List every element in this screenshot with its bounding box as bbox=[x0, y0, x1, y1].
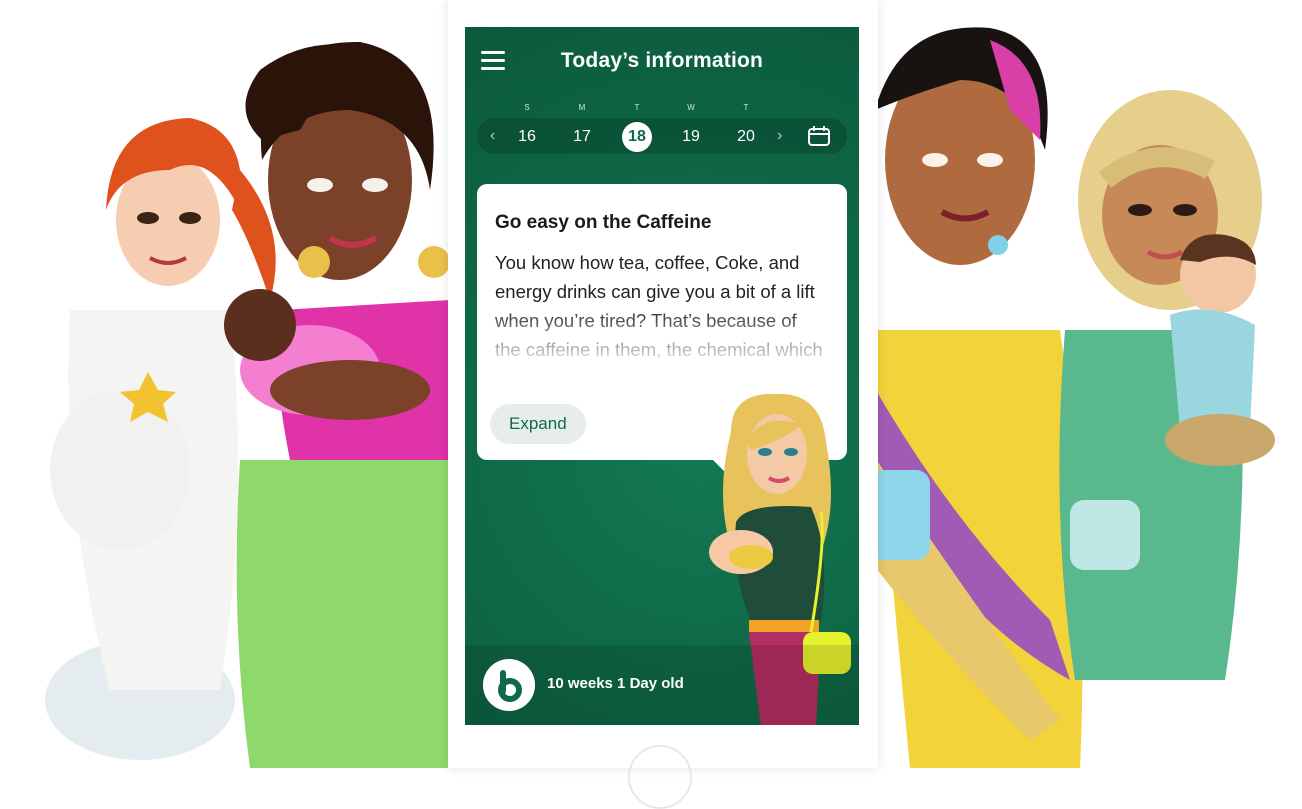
top-bar: Today’s information bbox=[465, 27, 859, 91]
chevron-left-icon[interactable]: ‹ bbox=[490, 127, 495, 145]
weekday-letter: M bbox=[578, 103, 586, 112]
day-20[interactable]: 20 bbox=[731, 122, 761, 152]
weekday-letter: T bbox=[634, 103, 640, 112]
card-title: Go easy on the Caffeine bbox=[495, 212, 712, 233]
weekday-letter: S bbox=[524, 103, 530, 112]
baby-app-logo-icon[interactable] bbox=[483, 659, 535, 711]
weekday-letter: W bbox=[687, 103, 695, 112]
illustration-right-mothers bbox=[870, 27, 1275, 768]
expand-button[interactable]: Expand bbox=[490, 404, 586, 444]
page-title: Today’s information bbox=[560, 49, 764, 72]
app-footer: 10 weeks 1 Day old bbox=[465, 645, 859, 725]
calendar-icon[interactable] bbox=[808, 126, 830, 146]
card-body: You know how tea, coffee, Coke, and ener… bbox=[495, 252, 823, 360]
baby-age-text: 10 weeks 1 Day old bbox=[547, 675, 684, 692]
day-19[interactable]: 19 bbox=[676, 122, 706, 152]
chevron-right-icon[interactable]: › bbox=[777, 127, 782, 145]
weekday-letter: T bbox=[743, 103, 749, 112]
day-18-selected[interactable]: 18 bbox=[622, 122, 652, 152]
weekday-letters: S M T W T bbox=[465, 103, 859, 115]
illustration-left-mothers bbox=[45, 41, 450, 768]
app-screen: Today’s information S M T W T ‹ 16 17 18… bbox=[465, 27, 859, 725]
phone-home-button[interactable] bbox=[628, 745, 692, 809]
day-16[interactable]: 16 bbox=[512, 122, 542, 152]
day-17[interactable]: 17 bbox=[567, 122, 597, 152]
